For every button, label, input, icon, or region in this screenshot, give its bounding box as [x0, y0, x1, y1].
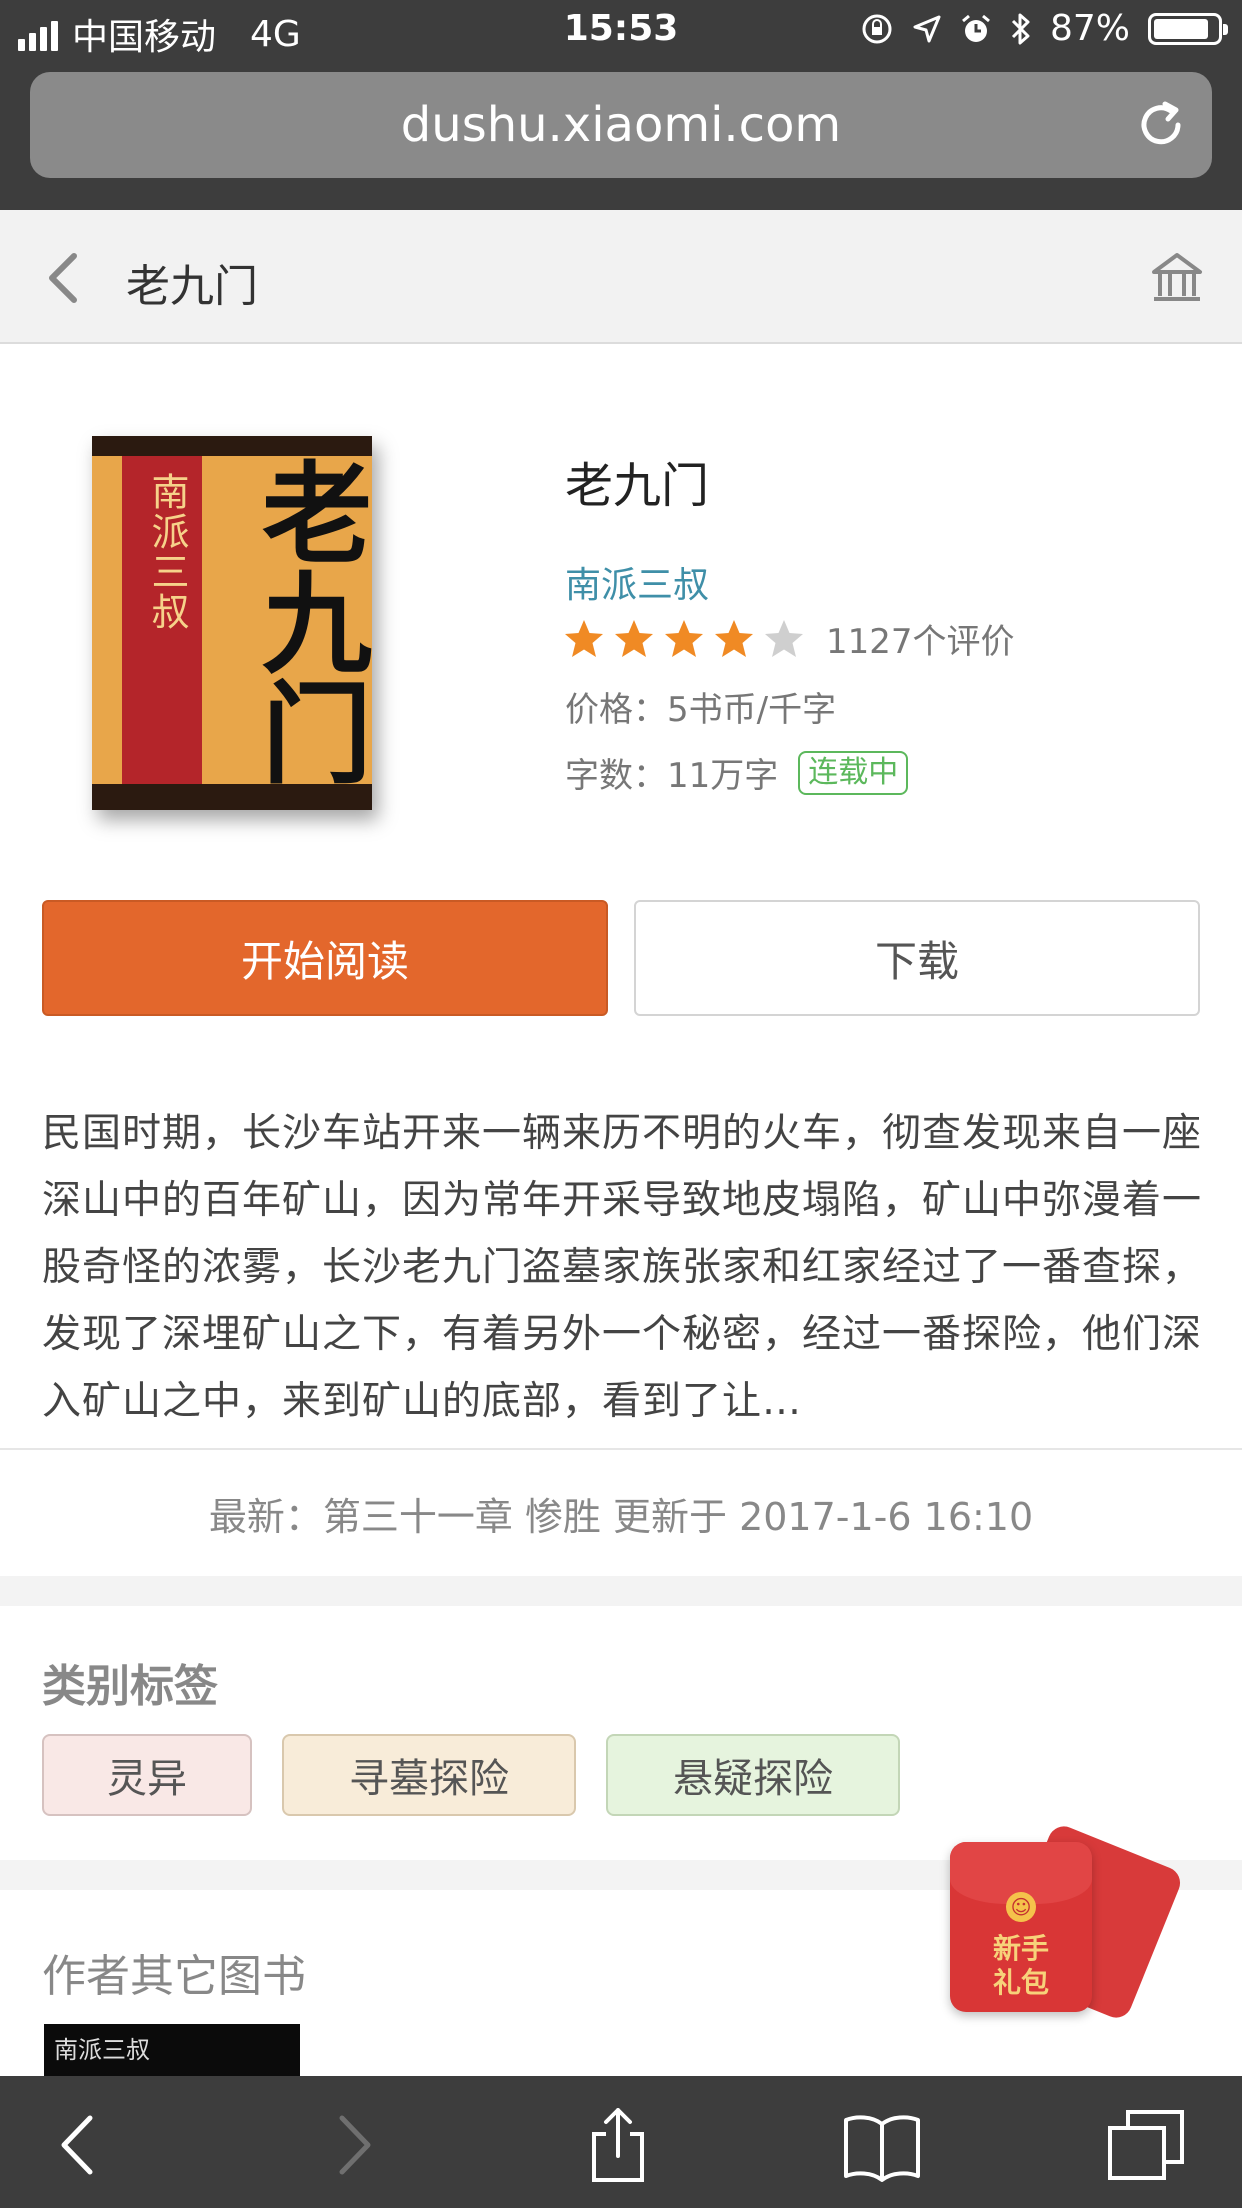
price-line: 价格：5书币/千字	[565, 690, 837, 730]
battery-percent: 87%	[1049, 8, 1130, 49]
newbie-gift-button[interactable]: ☺ 新手 礼包	[950, 1821, 1185, 2023]
chevron-right-icon	[339, 2115, 371, 2175]
cover-band-bottom	[92, 784, 372, 810]
word-count-text: 字数：11万字	[565, 756, 779, 796]
tag-item[interactable]: 寻墓探险	[282, 1734, 576, 1816]
star-filled-icon	[715, 619, 753, 657]
cover-band-top	[92, 436, 372, 456]
gift-label-line1: 新手	[992, 1932, 1049, 1965]
location-icon	[913, 15, 941, 42]
other-book-cover[interactable]: 南派三叔	[44, 2024, 300, 2076]
home-icon[interactable]	[1150, 250, 1204, 304]
author-link[interactable]: 南派三叔	[565, 556, 709, 608]
page-title: 老九门	[126, 261, 258, 312]
star-filled-icon	[665, 619, 703, 657]
status-bar: 中国移动 4G 15:53 87%	[0, 0, 1242, 64]
gift-label-line2: 礼包	[992, 1966, 1049, 1999]
bookmarks-button[interactable]	[842, 2108, 922, 2182]
download-button[interactable]: 下载	[634, 900, 1200, 1016]
status-badge: 连载中	[798, 750, 909, 795]
star-filled-icon	[565, 619, 603, 657]
cover-title: 老九门	[243, 456, 372, 786]
start-reading-button[interactable]: 开始阅读	[42, 900, 608, 1016]
tag-item[interactable]: 悬疑探险	[606, 1734, 900, 1816]
reload-icon[interactable]	[1132, 96, 1190, 154]
smile-coin-icon: ☺	[1006, 1892, 1036, 1922]
book-cover[interactable]: 南派三叔 老九门	[92, 436, 372, 810]
tabs-button[interactable]	[1106, 2108, 1186, 2182]
cover-author: 南派三叔	[145, 472, 189, 632]
page-header: 老九门	[0, 210, 1242, 344]
battery-fill	[1154, 18, 1208, 39]
share-button[interactable]	[578, 2108, 658, 2182]
tag-item[interactable]: 灵异	[42, 1734, 252, 1816]
section-divider	[0, 1576, 1242, 1606]
browser-back-button[interactable]	[40, 2108, 120, 2182]
address-bar[interactable]: dushu.xiaomi.com	[30, 72, 1212, 178]
star-filled-icon	[615, 619, 653, 657]
latest-chapter-row[interactable]: 最新：第三十一章 惨胜 更新于 2017-1-6 16:10	[0, 1448, 1242, 1576]
other-book-cover-author: 南派三叔	[54, 2036, 150, 2064]
word-count-line: 字数：11万字 连载中	[565, 748, 909, 797]
book-title: 老九门	[565, 458, 710, 514]
red-envelope-icon: ☺ 新手 礼包	[950, 1842, 1092, 2012]
tabs-icon	[1108, 2110, 1184, 2180]
gift-label: 新手 礼包	[950, 1932, 1092, 2000]
book-icon	[844, 2115, 920, 2182]
book-description[interactable]: 民国时期，长沙车站开来一辆来历不明的火车，彻查发现来自一座深山中的百年矿山，因为…	[42, 1100, 1202, 1435]
browser-chrome: dushu.xiaomi.com	[0, 64, 1242, 210]
orientation-lock-icon	[862, 14, 892, 43]
star-holder	[562, 617, 812, 661]
battery-icon	[1148, 12, 1228, 45]
rating-count: 1127个评价	[826, 622, 1015, 662]
browser-toolbar	[0, 2076, 1242, 2208]
bluetooth-icon	[1011, 13, 1030, 44]
other-books-title: 作者其它图书	[42, 1951, 306, 2002]
rating-stars: 1127个评价	[562, 614, 1015, 663]
star-empty-icon	[765, 619, 803, 657]
tags-section-title: 类别标签	[42, 1661, 218, 1712]
status-bar-right: 87%	[860, 8, 1228, 49]
url-text: dushu.xiaomi.com	[400, 97, 842, 153]
alarm-icon	[962, 14, 990, 42]
share-icon	[592, 2108, 644, 2182]
browser-forward-button[interactable]	[312, 2108, 392, 2182]
back-icon[interactable]	[40, 248, 88, 308]
chevron-left-icon	[61, 2115, 93, 2175]
